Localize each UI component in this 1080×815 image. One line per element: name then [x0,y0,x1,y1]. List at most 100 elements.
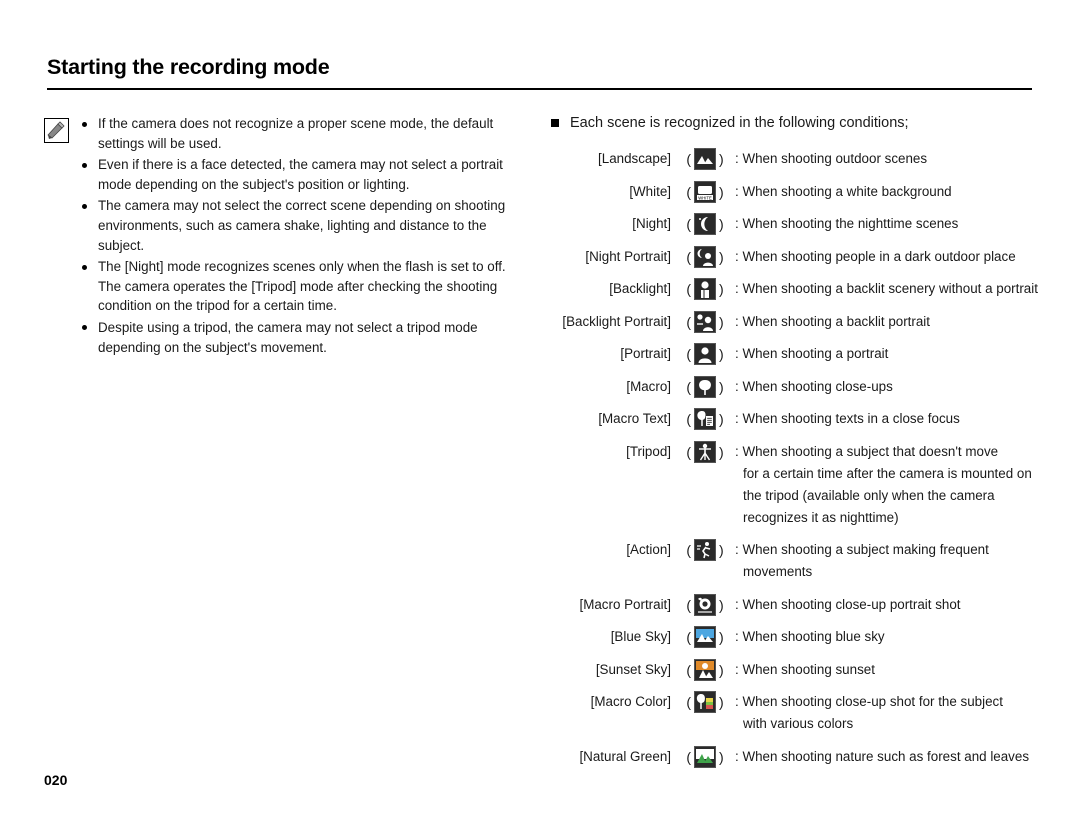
scene-icon-group: ( ) [677,691,733,713]
portrait-icon [694,343,716,365]
scene-description: : When shooting a subject making frequen… [733,539,1051,583]
page-number: 020 [44,772,68,788]
scene-description: : When shooting outdoor scenes [735,151,928,166]
paren-open: ( [686,216,691,232]
paren-open: ( [686,748,691,765]
title-divider [47,88,1032,90]
paren-open: ( [686,629,691,645]
macro-color-icon [694,691,716,713]
scene-label: [Backlight] [609,281,671,296]
list-item: [Backlight Portrait] ( ) : When shooting… [551,310,1051,333]
paren-open: ( [686,281,691,297]
scene-label: [Night] [632,216,671,231]
scene-icon-group: ( ) [677,539,733,561]
scene-description: : When shooting texts in a close focus [735,411,960,426]
scene-label: [Macro Portrait] [579,596,671,612]
note-pencil-icon [44,118,69,143]
scene-label: [Macro] [626,378,671,394]
scene-icon-group: ( ) [677,593,733,616]
scene-icon-group: ( ) [677,278,733,300]
paren-close: ) [719,596,724,613]
scene-icon-group: ( ) [677,408,733,430]
list-item: Despite using a tripod, the camera may n… [80,318,530,357]
scene-description: : When shooting a backlit scenery withou… [735,281,1038,296]
list-item: [Macro Portrait] ( ) : When shooting clo… [551,593,1051,616]
scene-icon-group: ( ) [677,343,733,365]
paren-close: ) [719,542,724,558]
scene-icon-group: ( ) [677,440,733,463]
scene-label: [Blue Sky] [610,629,671,644]
note-bullet-list: If the camera does not recognize a prope… [80,114,530,359]
scene-icon-group: ( ) [677,745,733,768]
scene-icon-group: ( ) [677,375,733,398]
paren-close: ) [719,443,724,460]
paren-open: ( [686,378,691,395]
paren-close: ) [719,346,724,362]
scene-label: [Sunset Sky] [595,661,671,677]
paren-open: ( [686,151,691,167]
scene-label: [Backlight Portrait] [562,313,671,329]
scene-description-line1: : When shooting a subject that doesn't m… [735,443,999,459]
scene-label: [Tripod] [626,443,671,459]
paren-close: ) [719,183,724,200]
scene-description: : When shooting sunset [735,661,875,677]
section-heading: Each scene is recognized in the followin… [551,113,1051,133]
backlight-portrait-icon [694,310,716,333]
paren-close: ) [719,151,724,167]
sunset-sky-icon [694,658,716,681]
scene-description: : When shooting nature such as forest an… [735,748,1030,764]
page-title: Starting the recording mode [47,55,330,79]
action-icon [694,539,716,561]
scene-icon-group: ( ) [677,626,733,648]
paren-open: ( [686,183,691,200]
scene-description-line2: with various colors [743,716,854,731]
scene-description: : When shooting blue sky [735,629,885,644]
list-item: [Portrait] ( ) : When shooting a portrai… [551,343,1051,365]
svg-text:WHITE: WHITE [698,195,712,200]
paren-open: ( [686,694,691,710]
paren-close: ) [719,313,724,330]
list-item: [Action] ( ) : When shooting a subject m… [551,539,1051,583]
paren-close: ) [719,216,724,232]
night-portrait-icon [694,245,716,268]
paren-open: ( [686,443,691,460]
list-item: [White] ( WHITE ) : When shooting a whit… [551,180,1051,203]
paren-open: ( [686,542,691,558]
scene-label: [White] [629,183,671,199]
list-item: If the camera does not recognize a prope… [80,114,530,153]
list-item: The [Night] mode recognizes scenes only … [80,257,530,316]
white-balance-icon: WHITE [694,180,716,203]
scene-icon-group: ( ) [677,658,733,681]
list-item: [Night] ( ) : When shooting the nighttim… [551,213,1051,235]
paren-close: ) [719,411,724,427]
paren-close: ) [719,748,724,765]
blue-sky-icon [694,626,716,648]
night-icon [694,213,716,235]
scene-icon-group: ( WHITE ) [677,180,733,203]
scene-description: : When shooting close-up portrait shot [735,596,961,612]
list-item: [Sunset Sky] ( ) : When shooting sunset [551,658,1051,681]
paren-close: ) [719,281,724,297]
scene-recognition-section: Each scene is recognized in the followin… [551,113,1051,778]
scene-icon-group: ( ) [677,245,733,268]
paren-close: ) [719,629,724,645]
scene-description: : When shooting people in a dark outdoor… [735,248,1016,264]
scene-description-line2: for a certain time after the camera is m… [743,465,1032,525]
list-item: [Blue Sky] ( ) : When shooting blue sky [551,626,1051,648]
paren-open: ( [686,248,691,265]
paren-open: ( [686,596,691,613]
landscape-icon [694,148,716,170]
scene-label: [Macro Color] [590,694,671,709]
scene-description: : When shooting a backlit portrait [735,313,931,329]
scene-label: [Natural Green] [579,748,671,764]
paren-open: ( [686,346,691,362]
scene-description-line1: : When shooting a subject making frequen… [735,542,989,557]
scene-description: : When shooting a portrait [735,346,889,361]
paren-close: ) [719,694,724,710]
list-item: [Macro] ( ) : When shooting close-ups [551,375,1051,398]
scene-label: [Night Portrait] [585,248,671,264]
list-item: [Natural Green] ( ) : When shooting natu… [551,745,1051,768]
paren-close: ) [719,248,724,265]
scene-icon-group: ( ) [677,148,733,170]
paren-open: ( [686,313,691,330]
